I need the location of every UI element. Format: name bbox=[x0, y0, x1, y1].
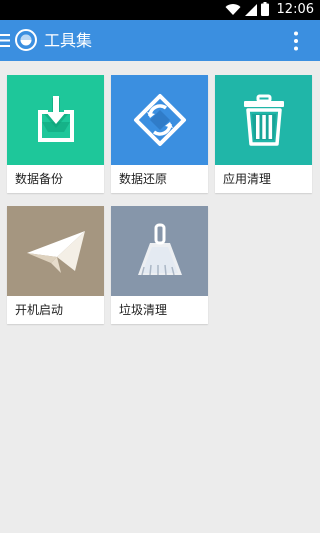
paper-plane-icon bbox=[26, 231, 85, 273]
tile-label: 数据备份 bbox=[15, 172, 64, 186]
app-bar: 工具集 bbox=[0, 20, 320, 61]
tile-image bbox=[111, 75, 208, 165]
app-logo-icon[interactable] bbox=[15, 29, 37, 51]
tile-label: 应用清理 bbox=[223, 172, 272, 186]
tile-junk-cleanup[interactable]: 垃圾清理 bbox=[111, 206, 208, 324]
tile-app-cleanup[interactable]: 应用清理 bbox=[215, 75, 312, 193]
wifi-icon bbox=[225, 1, 241, 20]
status-bar: 12:06 bbox=[0, 0, 320, 20]
page-title: 工具集 bbox=[44, 31, 93, 50]
tile-image bbox=[215, 75, 312, 165]
signal-icon bbox=[244, 1, 257, 20]
tile-image bbox=[7, 206, 104, 296]
tile-startup-manager[interactable]: 开机启动 bbox=[7, 206, 104, 324]
tile-label: 数据还原 bbox=[119, 172, 168, 186]
more-options-icon[interactable] bbox=[294, 31, 298, 51]
broom-icon bbox=[137, 223, 182, 276]
tile-image bbox=[111, 206, 208, 296]
tile-data-restore[interactable]: 数据还原 bbox=[111, 75, 208, 193]
tile-image bbox=[7, 75, 104, 165]
status-time: 12:06 bbox=[276, 2, 314, 17]
tile-label: 开机启动 bbox=[15, 303, 64, 317]
tile-label: 垃圾清理 bbox=[119, 303, 168, 317]
battery-icon bbox=[260, 1, 269, 20]
status-icons: 12:06 bbox=[225, 0, 314, 20]
restore-icon bbox=[133, 94, 186, 146]
download-tray-icon bbox=[37, 96, 74, 142]
menu-icon[interactable] bbox=[0, 34, 10, 47]
trash-can-icon bbox=[243, 94, 284, 146]
tile-data-backup[interactable]: 数据备份 bbox=[7, 75, 104, 193]
